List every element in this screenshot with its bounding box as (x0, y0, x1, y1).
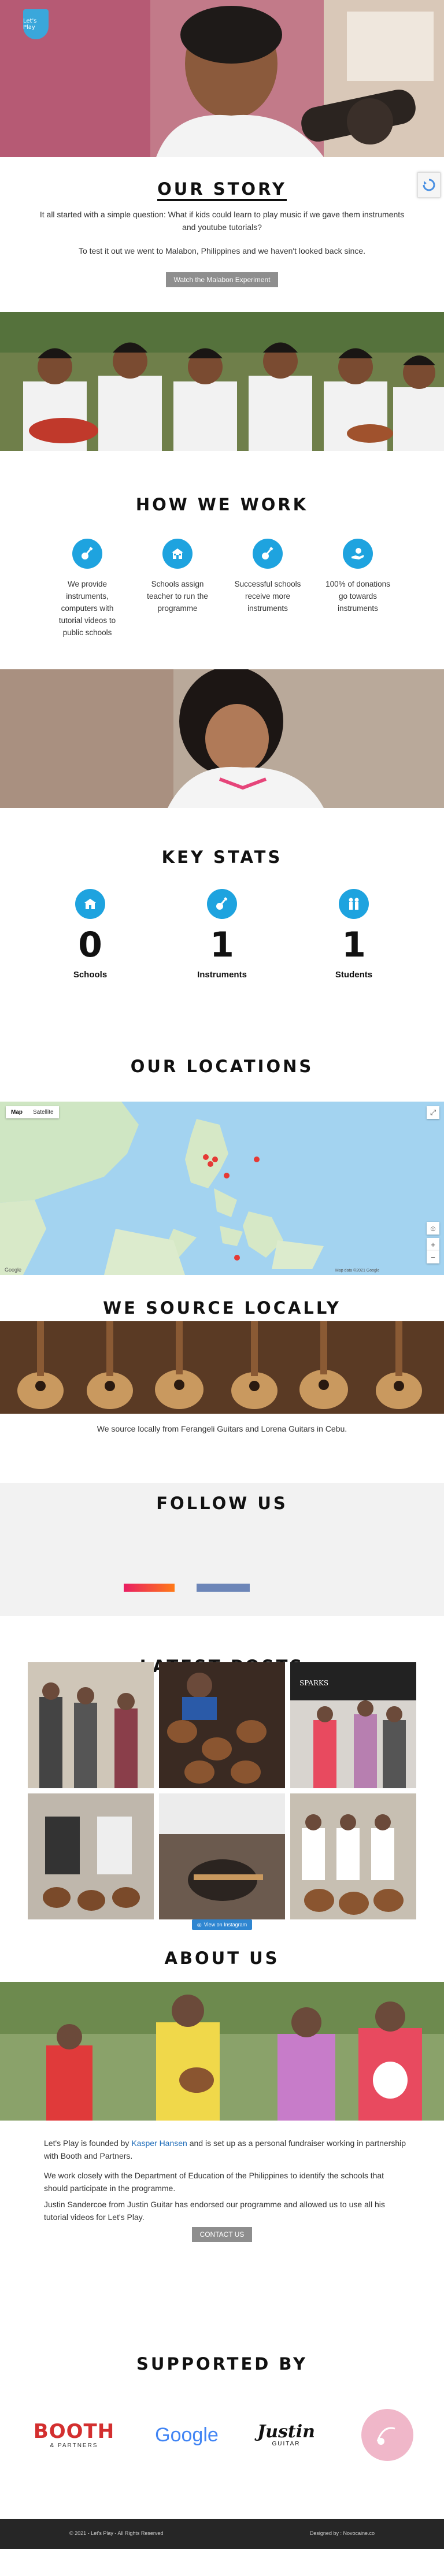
instagram-post[interactable] (290, 1793, 416, 1919)
stat-value: 1 (210, 925, 234, 965)
about-us-title: ABOUT US (164, 1948, 280, 1968)
source-locally-title: WE SOURCE LOCALLY (103, 1298, 341, 1318)
site-footer: © 2021 - Let's Play - All Rights Reserve… (0, 2519, 444, 2549)
source-locally-text: We source locally from Ferangeli Guitars… (97, 1424, 347, 1433)
recaptcha-badge[interactable] (417, 172, 441, 198)
students-photo-section (0, 312, 444, 451)
stat-label: Students (335, 970, 373, 980)
school-icon (75, 889, 105, 919)
instagram-post[interactable] (28, 1793, 154, 1919)
map-zoom-in-icon[interactable]: + (427, 1238, 439, 1251)
stat-value: 1 (342, 925, 366, 965)
lets-play-pink-logo[interactable] (358, 2406, 416, 2464)
guitar-icon (72, 539, 102, 569)
donation-icon (343, 539, 373, 569)
svg-text:SPARKS: SPARKS (299, 1679, 328, 1687)
how-item-text: We provide instruments, computers with t… (58, 580, 116, 637)
about-paragraph-3: Justin Sandercoe from Justin Guitar has … (44, 2200, 385, 2222)
map-type-tabs: Map Satellite (6, 1106, 59, 1118)
map-fullscreen-icon[interactable]: ⤢ (427, 1106, 439, 1119)
our-story-title: OUR STORY (0, 179, 444, 201)
kasper-hansen-link[interactable]: Kasper Hansen (131, 2138, 187, 2148)
locations-map[interactable]: Google Map data ©2021 Google Map Satelli… (0, 1102, 444, 1275)
our-story-paragraph-1: It all started with a simple question: W… (39, 210, 405, 232)
stat-value: 0 (78, 925, 102, 965)
pink-circle-icon (361, 2409, 413, 2461)
school-icon (162, 539, 193, 569)
follow-us-section: FOLLOW US (0, 1483, 444, 1616)
site-logo[interactable]: Let's Play (23, 9, 49, 39)
map-pegman-icon[interactable]: ☺ (427, 1222, 439, 1235)
guitars-photo (0, 1321, 444, 1414)
map-tab-map[interactable]: Map (6, 1106, 28, 1118)
footer-designed-by[interactable]: Designed by : Novocaine.co (310, 2530, 375, 2536)
how-we-work-section: HOW WE WORK We provide instruments, comp… (0, 451, 444, 669)
students-photo (0, 312, 444, 451)
how-item-provide: We provide instruments, computers with t… (50, 539, 125, 639)
girl-photo (0, 669, 444, 808)
svg-text:Google: Google (5, 1267, 21, 1273)
how-item-assign: Schools assign teacher to run the progra… (140, 539, 215, 614)
about-us-title-section: ABOUT US (0, 1941, 444, 1982)
how-item-successful: Successful schools receive more instrume… (230, 539, 305, 614)
footer-copyright: © 2021 - Let's Play - All Rights Reserve… (69, 2530, 164, 2536)
latest-posts-section: LATEST POSTS SPARKS ◎ View on Instagram (0, 1616, 444, 1941)
hero-photo (0, 0, 444, 157)
instagram-post[interactable] (159, 1662, 285, 1788)
key-stats-title: KEY STATS (161, 847, 283, 867)
supported-by-title: SUPPORTED BY (136, 2354, 308, 2374)
stat-label: Instruments (197, 970, 247, 980)
about-us-photo (0, 1982, 444, 2121)
how-item-donations: 100% of donations go towards instruments (320, 539, 395, 614)
about-us-text-section: Let's Play is founded by Kasper Hansen a… (0, 2121, 444, 2340)
facebook-follow-bar[interactable] (197, 1584, 250, 1592)
about-paragraph-2: We work closely with the Department of E… (44, 2171, 384, 2193)
guitar-icon (207, 889, 237, 919)
guitar-icon (253, 539, 283, 569)
google-logo[interactable]: Google (143, 2406, 230, 2464)
locations-title-section: OUR LOCATIONS (0, 1045, 444, 1102)
hero-section: Let's Play (0, 0, 444, 157)
how-we-work-title: HOW WE WORK (135, 495, 309, 514)
map-zoom-out-icon[interactable]: − (427, 1251, 439, 1263)
our-story-section: OUR STORY It all started with a simple q… (0, 157, 444, 312)
contact-us-button[interactable]: CONTACT US (191, 2227, 253, 2242)
view-on-instagram-button[interactable]: ◎ View on Instagram (192, 1919, 252, 1930)
how-item-text: 100% of donations go towards instruments (325, 580, 390, 613)
about-us-photo-section (0, 1982, 444, 2121)
stat-label: Schools (73, 970, 108, 980)
watch-malabon-button[interactable]: Watch the Malabon Experiment (165, 272, 279, 287)
map-canvas[interactable]: Google Map data ©2021 Google (0, 1102, 444, 1275)
source-locally-section: WE SOURCE LOCALLY We source locally from… (0, 1275, 444, 1483)
instagram-follow-bar[interactable] (124, 1584, 175, 1592)
map-credit: Map data ©2021 Google (335, 1268, 379, 1273)
follow-us-title: FOLLOW US (156, 1493, 288, 1513)
stat-schools: 0 Schools (44, 889, 136, 980)
how-item-text: Schools assign teacher to run the progra… (147, 580, 208, 613)
instagram-post[interactable]: SPARKS (290, 1662, 416, 1788)
map-tab-satellite[interactable]: Satellite (28, 1106, 59, 1118)
stat-students: 1 Students (308, 889, 400, 980)
view-on-instagram-label: View on Instagram (204, 1922, 247, 1928)
how-item-text: Successful schools receive more instrume… (234, 580, 301, 613)
booth-partners-logo[interactable]: BOOTH & PARTNERS (28, 2406, 120, 2464)
justin-guitar-logo[interactable]: Justin GUITAR (243, 2406, 330, 2464)
about-paragraph-1: Let's Play is founded by Kasper Hansen a… (44, 2138, 406, 2160)
key-stats-section: KEY STATS 0 Schools 1 Instruments 1 Stud… (0, 808, 444, 1045)
instagram-icon: ◎ (197, 1921, 202, 1928)
locations-title: OUR LOCATIONS (130, 1057, 314, 1076)
recaptcha-icon (423, 179, 435, 191)
girl-photo-section (0, 669, 444, 808)
supported-by-section: SUPPORTED BY BOOTH & PARTNERS Google Jus… (0, 2340, 444, 2519)
site-logo-text: Let's Play (23, 18, 37, 31)
our-story-paragraph-2: To test it out we went to Malabon, Phili… (78, 246, 366, 255)
instagram-post[interactable] (159, 1793, 285, 1919)
students-icon (339, 889, 369, 919)
instagram-post[interactable] (28, 1662, 154, 1788)
stat-instruments: 1 Instruments (176, 889, 268, 980)
